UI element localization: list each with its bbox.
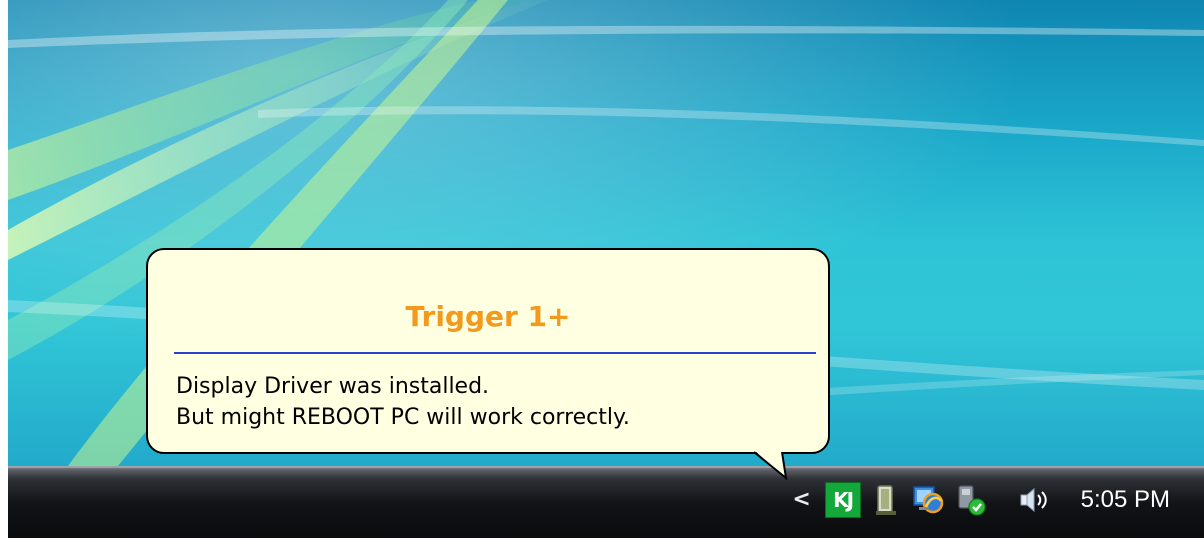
screen: < KJ 5:05 PM Trigger 1+ Display Driver w… [0,0,1204,538]
speaker-volume-icon[interactable] [1017,483,1051,517]
device-icon[interactable] [869,483,903,517]
network-globe-icon[interactable] [911,483,945,517]
notification-area: < KJ 5:05 PM [791,477,1170,523]
kj-app-icon-text: KJ [833,488,854,512]
balloon-title: Trigger 1+ [405,300,571,333]
balloon-tail [753,450,788,480]
taskbar-clock[interactable]: 5:05 PM [1081,486,1170,514]
balloon-message-line: Display Driver was installed. [176,374,490,399]
notification-balloon[interactable]: Trigger 1+ Display Driver was installed.… [146,248,830,454]
show-hidden-icons-arrow[interactable]: < [791,489,813,511]
balloon-message: Display Driver was installed. But might … [176,371,826,433]
kj-app-icon[interactable]: KJ [824,482,861,518]
balloon-message-line: But might REBOOT PC will work correctly. [176,405,630,430]
balloon-divider [174,352,816,354]
safely-remove-hardware-icon[interactable] [953,483,987,517]
taskbar-edge [8,466,1204,468]
